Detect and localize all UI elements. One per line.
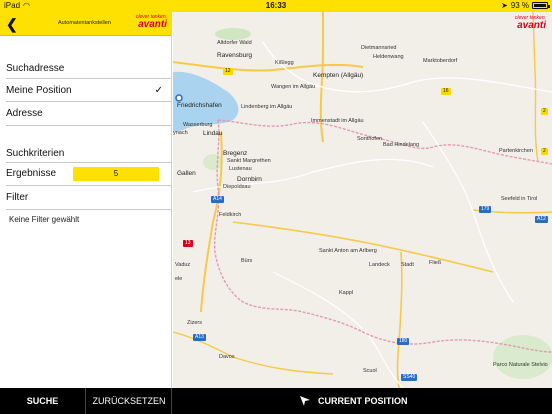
map-label: Davos	[219, 354, 235, 360]
search-button[interactable]: SUCHE	[0, 388, 86, 414]
road-badge: A13	[193, 334, 206, 341]
back-button[interactable]: ❮	[6, 17, 18, 31]
option-my-position[interactable]: Meine Position ✓	[6, 78, 171, 102]
map-label: Kempten (Allgäu)	[313, 72, 364, 79]
map-label: Immenstadt im Allgäu	[311, 118, 364, 124]
map-label: Feldkirch	[219, 212, 242, 218]
map-label: Wangen im Allgäu	[271, 84, 316, 90]
search-criteria-heading: Suchkriterien	[6, 148, 65, 159]
map-view[interactable]: clever tanken. avanti Altdorfer Wald Rav…	[173, 12, 552, 388]
map-label: Bürs	[241, 258, 253, 264]
bottom-toolbar: SUCHE ZURÜCKSETZEN CURRENT POSITION	[0, 388, 552, 414]
road-badge: 12	[223, 68, 233, 75]
option-address[interactable]: Adresse	[6, 102, 171, 126]
sidebar-title: Automatentankstellen	[58, 20, 111, 26]
road-badge: 179	[479, 206, 492, 213]
filter-status-text: Keine Filter gewählt	[9, 215, 80, 224]
map-label: Lindenberg im Allgäu	[241, 104, 293, 110]
map-label: ele	[175, 276, 183, 282]
location-arrow-icon: ➤	[501, 1, 508, 10]
map-label: Friedrichshafen	[177, 102, 222, 109]
search-sidebar: ❮ Automatentankstellen clever tanken. av…	[0, 12, 172, 388]
filter-row[interactable]: Filter	[6, 186, 171, 210]
map-label: Heldenwang	[373, 54, 404, 60]
map-label: Dornbirn	[237, 176, 262, 183]
map-label: Zizers	[187, 320, 202, 326]
map-label: Sonthofen	[357, 136, 383, 142]
road-badge: A12	[535, 216, 548, 223]
checkmark-icon: ✓	[154, 85, 163, 96]
map-label: Kappl	[339, 290, 354, 296]
map-label: Bregenz	[223, 150, 248, 157]
road-badge: 2	[541, 148, 548, 155]
map-label: Wasserburg	[183, 122, 213, 128]
avanti-logo: clever tanken. avanti	[135, 14, 167, 30]
map-label: Fließ	[429, 260, 442, 266]
road-badge: A14	[211, 196, 224, 203]
map-label: ynach	[173, 130, 188, 136]
map-label: Landeck	[369, 262, 390, 268]
status-bar: iPad ◠ 16:33 ➤ 93 %	[0, 0, 552, 12]
battery-percent: 93 %	[510, 1, 529, 10]
map-label: Scuol	[363, 368, 377, 374]
map-label: Lindau	[203, 130, 223, 137]
filter-label: Filter	[6, 192, 29, 203]
battery-icon	[532, 2, 550, 9]
current-position-button[interactable]: CURRENT POSITION	[318, 388, 458, 414]
map-label: Diepoldsau	[223, 184, 251, 190]
map-avanti-logo: clever tanken. avanti	[514, 15, 546, 31]
option-my-position-label: Meine Position	[6, 85, 72, 96]
map-label: Bad Hindelang	[383, 142, 420, 148]
map-label: Lustenau	[229, 166, 252, 172]
map-label: Kißlegg	[275, 60, 294, 66]
map-label: Seefeld in Tirol	[501, 196, 538, 202]
map-label: Dietmannsried	[361, 45, 397, 51]
location-arrow-icon[interactable]	[298, 394, 312, 408]
results-value-field[interactable]: 5	[73, 167, 159, 181]
reset-button[interactable]: ZURÜCKSETZEN	[87, 388, 172, 414]
clock: 16:33	[265, 1, 287, 10]
search-address-heading: Suchadresse	[6, 63, 65, 74]
map-label: Sankt Anton am Arlberg	[319, 248, 377, 254]
results-label: Ergebnisse	[6, 168, 57, 179]
map-label: Marktoberdorf	[423, 58, 458, 64]
map-label: Partenkirchen	[499, 148, 533, 154]
sidebar-header: ❮ Automatentankstellen clever tanken. av…	[0, 12, 171, 36]
road-badge: 16	[441, 88, 451, 95]
map-label: Vaduz	[175, 262, 191, 268]
map-label: Gallen	[177, 170, 196, 177]
map-label: Ravensburg	[217, 52, 253, 59]
map-label: Altdorfer Wald	[217, 40, 252, 46]
road-badge: 2	[541, 108, 548, 115]
map-label: Sankt Margrethen	[227, 158, 271, 164]
road-badge: 180	[397, 338, 410, 345]
road-badge: SS40	[401, 374, 418, 381]
map-label: Stadt	[401, 262, 414, 268]
option-address-label: Adresse	[6, 108, 43, 119]
road-badge: 13	[183, 240, 193, 247]
map-label: Parco Naturale Stelvio	[493, 362, 548, 368]
